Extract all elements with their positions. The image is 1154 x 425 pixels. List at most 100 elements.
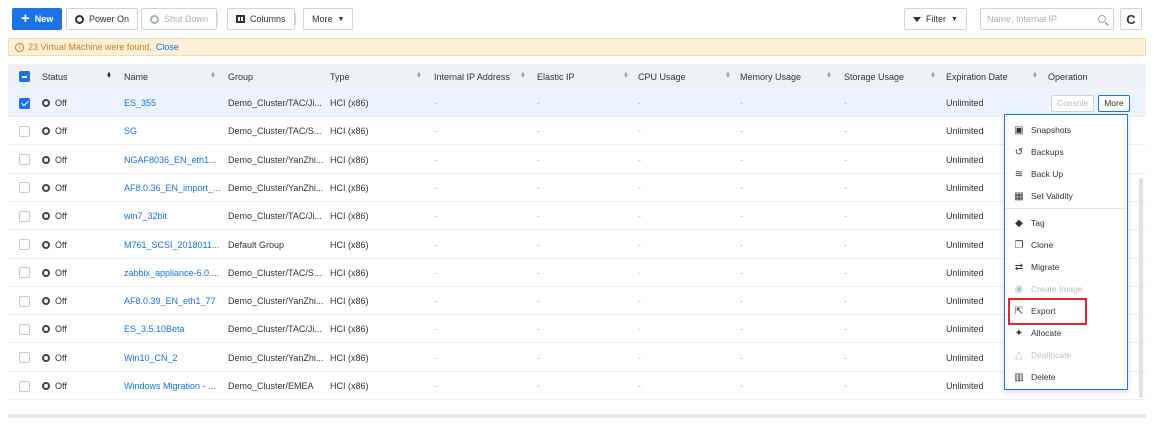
row-checkbox[interactable] (19, 210, 30, 222)
row-checkbox-cell (19, 117, 30, 145)
menu-item-migrate[interactable]: ⇄ Migrate (1005, 256, 1126, 278)
menu-item-backups[interactable]: ↺ Backups (1005, 141, 1126, 163)
cpu-usage-cell-wrap: - (638, 287, 641, 315)
column-header-internal-ip[interactable]: Internal IP Address ▲ ▼ (434, 64, 532, 89)
row-checkbox[interactable] (19, 352, 30, 364)
column-header-type[interactable]: Type ▲ ▼ (330, 64, 428, 89)
elastic-ip-cell: - (537, 324, 540, 335)
vm-name-link[interactable]: NGAF8036_EN_eth1... (124, 155, 217, 165)
row-checkbox[interactable] (19, 380, 30, 392)
sort-icon[interactable]: ▲ ▼ (520, 71, 526, 80)
menu-item-delete[interactable]: ▥ Delete (1005, 366, 1126, 388)
vm-name-link[interactable]: ES_355 (124, 98, 156, 108)
menu-item-back-up[interactable]: ≋ Back Up (1005, 163, 1126, 185)
shut-down-button[interactable]: Shut Down (141, 8, 218, 30)
column-header-group[interactable]: Group (228, 64, 324, 89)
table-row[interactable]: Off AF8.0.36_EN_import_... Demo_Cluster/Ya… (8, 174, 1146, 202)
row-checkbox[interactable] (19, 154, 30, 166)
vm-name-link[interactable]: win7_32bit (124, 211, 167, 221)
group-cell: Demo_Cluster/YanZhi... (228, 154, 324, 165)
elastic-ip-cell-wrap: - (537, 259, 540, 287)
row-checkbox[interactable] (19, 295, 30, 307)
power-off-icon (42, 212, 50, 221)
row-checkbox[interactable] (19, 239, 30, 250)
sort-icon[interactable]: ▲ ▼ (826, 71, 832, 80)
more-label: More (312, 14, 333, 24)
column-header-name[interactable]: Name ▲ ▼ (124, 64, 222, 89)
sort-icon[interactable]: ▲ ▼ (106, 71, 112, 80)
sort-icon[interactable]: ▲ ▼ (725, 71, 731, 80)
vm-name-link-wrap: NGAF8036_EN_eth1... (124, 146, 217, 174)
column-header-elastic-ip[interactable]: Elastic IP ▲ ▼ (537, 64, 635, 89)
menu-item-clone[interactable]: ❐ Clone (1005, 234, 1126, 256)
table-row[interactable]: Off SG Demo_Cluster/TAC/S... HCI (x86) - - - - -… (8, 117, 1146, 146)
sort-icon[interactable]: ▲ ▼ (1032, 71, 1038, 80)
row-checkbox[interactable] (19, 125, 30, 137)
search-input[interactable] (987, 14, 1087, 24)
table-row[interactable]: Off ES_3.5.10Beta Demo_Cluster/TAC/Ji... HC… (8, 315, 1146, 344)
vm-name-link[interactable]: zabbix_appliance-6.0.... (124, 268, 219, 278)
cpu-usage-cell: - (638, 381, 641, 391)
new-button[interactable]: + New (12, 8, 63, 30)
menu-item-snapshots[interactable]: ▣ Snapshots (1005, 119, 1126, 141)
group-cell: Demo_Cluster/YanZhi... (228, 296, 324, 307)
power-on-label: Power On (89, 14, 130, 24)
vm-name-link[interactable]: Windows Migration - ... (124, 381, 216, 391)
search-icon[interactable] (1098, 15, 1106, 23)
vm-name-link[interactable]: Win10_CN_2 (124, 353, 178, 363)
console-button[interactable]: Console (1051, 94, 1095, 112)
menu-item-tag[interactable]: ◆ Tag (1005, 212, 1126, 234)
table-row[interactable]: Off zabbix_appliance-6.0.... Demo_Cluster/… (8, 259, 1146, 287)
menu-item-set-validity[interactable]: ▦ Set Validity (1005, 185, 1126, 207)
vm-name-link[interactable]: SG (124, 126, 137, 136)
vm-name-link[interactable]: AF8.0.39_EN_eth1_77 (124, 296, 216, 306)
sort-icon[interactable]: ▲ ▼ (930, 71, 936, 80)
vm-name-link[interactable]: M761_SCSI_2018011... (124, 240, 219, 250)
menu-item-allocate[interactable]: ✦ Allocate (1005, 322, 1126, 344)
column-header-cpu-usage[interactable]: CPU Usage ▲ ▼ (638, 64, 737, 89)
sort-icon[interactable]: ▲ ▼ (623, 71, 629, 80)
row-checkbox[interactable] (19, 182, 30, 194)
caret-down-icon: ▼ (951, 15, 958, 23)
table-row[interactable]: Off Windows Migration - ... Demo_Cluster/E… (8, 372, 1146, 400)
table-row[interactable]: Off win7_32bit Demo_Cluster/TAC/Ji... HCI (… (8, 202, 1146, 231)
row-checkbox-cell (19, 231, 30, 259)
vm-name-link[interactable]: AF8.0.36_EN_import_... (124, 183, 220, 193)
vertical-scrollbar[interactable] (1139, 178, 1143, 398)
column-header-status[interactable]: Status ▲ ▼ (42, 64, 118, 89)
refresh-button[interactable]: C (1120, 8, 1142, 30)
table-row[interactable]: Off ES_355 Demo_Cluster/TAC/Ji... HCI (x86)… (8, 89, 1146, 117)
table-row[interactable]: Off AF8.0.39_EN_eth1_77 Demo_Cluster/YanZh… (8, 287, 1146, 316)
power-icon (75, 14, 84, 24)
storage-usage-cell: - (844, 324, 847, 335)
columns-button[interactable]: Columns (227, 8, 295, 30)
column-header-storage-usage[interactable]: Storage Usage ▲ ▼ (844, 64, 942, 89)
vm-name-link-wrap: SG (124, 117, 137, 145)
table-row[interactable]: Off Win10_CN_2 Demo_Cluster/YanZhi... HCI (… (8, 344, 1146, 372)
row-checkbox[interactable] (19, 97, 30, 109)
row-more-button[interactable]: More (1098, 94, 1130, 112)
row-checkbox[interactable] (19, 267, 30, 279)
banner-close-link[interactable]: Close (156, 42, 179, 52)
elastic-ip-cell-wrap: - (537, 287, 540, 315)
sort-icon[interactable]: ▲ ▼ (416, 71, 422, 80)
column-header-expiration-date[interactable]: Expiration Date ▲ ▼ (946, 64, 1044, 89)
more-button[interactable]: More ▼ (303, 8, 354, 30)
expiration-date-cell-wrap: Unlimited (946, 117, 984, 145)
vm-name-link[interactable]: ES_3.5.10Beta (124, 324, 185, 334)
elastic-ip-cell-wrap: - (537, 89, 540, 117)
filter-button[interactable]: Filter ▼ (904, 8, 967, 30)
table-row[interactable]: Off NGAF8036_EN_eth1... Demo_Cluster/YanZh… (8, 146, 1146, 174)
horizontal-scrollbar[interactable] (8, 414, 1146, 418)
sort-icon[interactable]: ▲ ▼ (210, 71, 216, 80)
menu-item-deallocate[interactable]: △ Deallocate (1005, 344, 1126, 366)
power-on-button[interactable]: Power On (66, 8, 139, 30)
table-row[interactable]: Off M761_SCSI_2018011... Default Group HCI … (8, 231, 1146, 259)
row-checkbox[interactable] (19, 323, 30, 335)
memory-usage-cell-wrap: - (740, 231, 743, 259)
menu-item-create-image[interactable]: ◉ Create Image (1005, 278, 1126, 300)
storage-usage-cell: - (844, 352, 847, 363)
select-all-checkbox[interactable] (19, 71, 30, 82)
column-header-memory-usage[interactable]: Memory Usage ▲ ▼ (740, 64, 838, 89)
internal-ip-cell: - (434, 239, 437, 250)
